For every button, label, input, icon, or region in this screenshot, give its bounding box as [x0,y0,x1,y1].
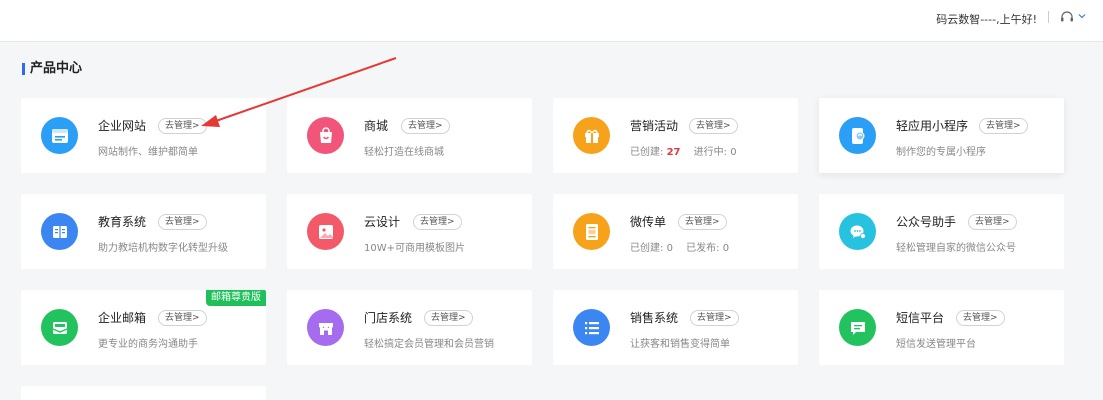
list-icon [573,309,610,346]
manage-button[interactable]: 去管理> [158,118,207,134]
manage-button[interactable]: 去管理> [956,310,1005,326]
product-card-education[interactable]: 教育系统 去管理> 助力教培机构数字化转型升级 [21,194,266,269]
card-name: 微传单 [630,215,667,229]
card-description: 轻松打造在线商城 [364,147,444,158]
created-label: 已创建: [630,147,664,158]
created-count: 0 [666,243,673,254]
manage-button[interactable]: 去管理> [158,310,207,326]
section-title: 产品中心 [22,61,82,77]
card-name: 销售系统 [630,311,679,325]
card-name: 门店系统 [364,311,413,325]
product-card-enterprise-mail[interactable]: 邮箱尊贵版 企业邮箱 去管理> 更专业的商务沟通助手 [21,290,266,365]
wechat-icon [839,213,876,250]
card-description: 更专业的商务沟通助手 [98,339,198,350]
image-icon [307,213,344,250]
manage-button[interactable]: 去管理> [158,214,207,230]
card-description: 让获客和销售变得简单 [630,339,730,350]
greeting-text: 码云数智----,上午好! [936,13,1037,26]
created-label: 已创建: [630,243,664,254]
mini-program-icon [839,117,876,154]
manage-button[interactable]: 去管理> [424,310,473,326]
flyer-icon [573,213,610,250]
created-count: 27 [666,147,681,158]
card-description: 助力教培机构数字化转型升级 [98,243,228,254]
product-card-mini-program[interactable]: 轻应用小程序 去管理> 制作您的专属小程序 [819,98,1064,173]
card-description: 网站制作、维护都简单 [98,147,198,158]
card-name: 轻应用小程序 [896,119,969,133]
card-description: 轻松搞定会员管理和会员营销 [364,339,494,350]
shopping-bag-icon [307,117,344,154]
product-card-sales[interactable]: 销售系统 去管理> 让获客和销售变得简单 [553,290,798,365]
manage-button[interactable]: 去管理> [979,118,1028,134]
card-description: 轻松管理自家的微信公众号 [896,243,1016,254]
mail-icon [41,309,78,346]
card-name: 教育系统 [98,215,147,229]
card-name: 企业网站 [98,119,147,133]
product-card-cloud-design[interactable]: 云设计 去管理> 10W+可商用模板图片 [287,194,532,269]
manage-button[interactable]: 去管理> [689,118,738,134]
manage-button[interactable]: 去管理> [678,214,727,230]
sms-icon [839,309,876,346]
manage-button[interactable]: 去管理> [401,118,450,134]
chevron-down-icon[interactable] [1077,11,1087,21]
product-card-website[interactable]: 企业网站 去管理> 网站制作、维护都简单 [21,98,266,173]
manage-button[interactable]: 去管理> [413,214,462,230]
book-icon [41,213,78,250]
card-description: 已创建: 0 已发布: 0 [630,239,729,254]
published-count: 0 [722,243,730,254]
active-label: 进行中: [693,147,728,158]
premium-badge: 邮箱尊贵版 [206,290,266,306]
headset-icon[interactable] [1059,10,1075,24]
gift-icon [573,117,610,154]
product-card-partial[interactable] [21,386,266,400]
product-card-marketing[interactable]: 营销活动 去管理> 已创建: 27 进行中: 0 [553,98,798,173]
card-description: 制作您的专属小程序 [896,147,986,158]
product-card-mall[interactable]: 商城 去管理> 轻松打造在线商城 [287,98,532,173]
card-description: 10W+可商用模板图片 [364,243,465,254]
card-description: 短信发送管理平台 [896,339,976,350]
manage-button[interactable]: 去管理> [690,310,739,326]
card-name: 营销活动 [630,119,679,133]
website-icon [41,117,78,154]
product-card-official-account[interactable]: 公众号助手 去管理> 轻松管理自家的微信公众号 [819,194,1064,269]
product-card-sms[interactable]: 短信平台 去管理> 短信发送管理平台 [819,290,1064,365]
divider [1048,11,1049,23]
card-name: 商城 [364,119,389,133]
product-card-flyer[interactable]: 微传单 去管理> 已创建: 0 已发布: 0 [553,194,798,269]
published-label: 已发布: [686,243,720,254]
card-description: 已创建: 27 进行中: 0 [630,143,737,158]
card-name: 企业邮箱 [98,311,147,325]
active-count: 0 [730,147,737,158]
manage-button[interactable]: 去管理> [968,214,1017,230]
top-bar: 码云数智----,上午好! [0,0,1103,42]
card-name: 短信平台 [896,311,945,325]
card-name: 公众号助手 [896,215,957,229]
card-name: 云设计 [364,215,401,229]
store-icon [307,309,344,346]
product-card-store[interactable]: 门店系统 去管理> 轻松搞定会员管理和会员营销 [287,290,532,365]
